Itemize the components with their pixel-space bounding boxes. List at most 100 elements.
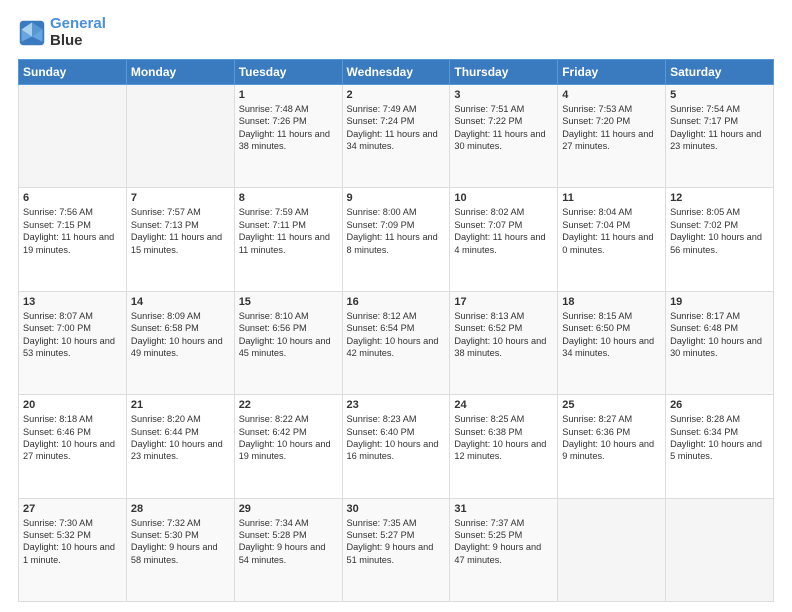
calendar-cell: 22 Sunrise: 8:22 AM Sunset: 6:42 PM Dayli… [234, 395, 342, 498]
day-info: Sunrise: 7:48 AM Sunset: 7:26 PM Dayligh… [239, 103, 338, 153]
day-number: 16 [347, 296, 446, 308]
day-number: 2 [347, 89, 446, 101]
day-info: Sunrise: 8:15 AM Sunset: 6:50 PM Dayligh… [562, 310, 661, 360]
calendar-cell: 31 Sunrise: 7:37 AM Sunset: 5:25 PM Dayli… [450, 498, 558, 601]
calendar-cell: 29Sunrise: 7:34 AM Sunset: 5:28 PM Dayli… [234, 498, 342, 601]
day-number: 3 [454, 89, 553, 101]
calendar-cell: 26 Sunrise: 8:28 AM Sunset: 6:34 PM Dayli… [666, 395, 774, 498]
day-number: 24 [454, 399, 553, 411]
day-info: Sunrise: 7:32 AM Sunset: 5:30 PM Dayligh… [131, 517, 230, 567]
day-number: 9 [347, 192, 446, 204]
calendar-cell: 7 Sunrise: 7:57 AM Sunset: 7:13 PM Daylig… [126, 188, 234, 291]
day-info: Sunrise: 7:30 AM Sunset: 5:32 PM Dayligh… [23, 517, 122, 567]
day-number: 12 [670, 192, 769, 204]
day-info: Sunrise: 8:25 AM Sunset: 6:38 PM Dayligh… [454, 413, 553, 463]
day-info: Sunrise: 7:53 AM Sunset: 7:20 PM Dayligh… [562, 103, 661, 153]
day-number: 15 [239, 296, 338, 308]
day-info: Sunrise: 7:59 AM Sunset: 7:11 PM Dayligh… [239, 206, 338, 256]
calendar-cell [19, 85, 127, 188]
day-number: 5 [670, 89, 769, 101]
calendar-cell: 5 Sunrise: 7:54 AM Sunset: 7:17 PM Daylig… [666, 85, 774, 188]
day-number: 20 [23, 399, 122, 411]
day-info: Sunrise: 7:51 AM Sunset: 7:22 PM Dayligh… [454, 103, 553, 153]
day-info: Sunrise: 8:00 AM Sunset: 7:09 PM Dayligh… [347, 206, 446, 256]
calendar-cell [126, 85, 234, 188]
day-number: 8 [239, 192, 338, 204]
calendar-cell: 21 Sunrise: 8:20 AM Sunset: 6:44 PM Dayli… [126, 395, 234, 498]
calendar-cell: 19 Sunrise: 8:17 AM Sunset: 6:48 PM Dayli… [666, 291, 774, 394]
day-info: Sunrise: 7:57 AM Sunset: 7:13 PM Dayligh… [131, 206, 230, 256]
header: General Blue [18, 16, 774, 49]
day-number: 26 [670, 399, 769, 411]
day-info: Sunrise: 8:09 AM Sunset: 6:58 PM Dayligh… [131, 310, 230, 360]
calendar-table: SundayMondayTuesdayWednesdayThursdayFrid… [18, 59, 774, 602]
day-info: Sunrise: 7:35 AM Sunset: 5:27 PM Dayligh… [347, 517, 446, 567]
day-number: 1 [239, 89, 338, 101]
page: General Blue SundayMondayTuesdayWednesda… [0, 0, 792, 612]
calendar-cell: 14 Sunrise: 8:09 AM Sunset: 6:58 PM Dayli… [126, 291, 234, 394]
day-info: Sunrise: 8:02 AM Sunset: 7:07 PM Dayligh… [454, 206, 553, 256]
day-number: 25 [562, 399, 661, 411]
day-number: 17 [454, 296, 553, 308]
day-info: Sunrise: 8:13 AM Sunset: 6:52 PM Dayligh… [454, 310, 553, 360]
day-number: 7 [131, 192, 230, 204]
calendar-cell: 16 Sunrise: 8:12 AM Sunset: 6:54 PM Dayli… [342, 291, 450, 394]
calendar-cell: 27Sunrise: 7:30 AM Sunset: 5:32 PM Dayli… [19, 498, 127, 601]
weekday-header-monday: Monday [126, 60, 234, 85]
day-info: Sunrise: 8:17 AM Sunset: 6:48 PM Dayligh… [670, 310, 769, 360]
week-row-5: 27Sunrise: 7:30 AM Sunset: 5:32 PM Dayli… [19, 498, 774, 601]
weekday-header-friday: Friday [558, 60, 666, 85]
calendar-cell: 28 Sunrise: 7:32 AM Sunset: 5:30 PM Dayli… [126, 498, 234, 601]
week-row-4: 20 Sunrise: 8:18 AM Sunset: 6:46 PM Dayli… [19, 395, 774, 498]
calendar-cell: 17 Sunrise: 8:13 AM Sunset: 6:52 PM Dayli… [450, 291, 558, 394]
calendar-cell: 11Sunrise: 8:04 AM Sunset: 7:04 PM Dayli… [558, 188, 666, 291]
day-info: Sunrise: 7:37 AM Sunset: 5:25 PM Dayligh… [454, 517, 553, 567]
day-number: 28 [131, 503, 230, 515]
calendar-cell: 10Sunrise: 8:02 AM Sunset: 7:07 PM Dayli… [450, 188, 558, 291]
calendar-cell: 20 Sunrise: 8:18 AM Sunset: 6:46 PM Dayli… [19, 395, 127, 498]
calendar-cell: 1 Sunrise: 7:48 AM Sunset: 7:26 PM Daylig… [234, 85, 342, 188]
weekday-header-sunday: Sunday [19, 60, 127, 85]
weekday-header-saturday: Saturday [666, 60, 774, 85]
day-number: 4 [562, 89, 661, 101]
week-row-2: 6Sunrise: 7:56 AM Sunset: 7:15 PM Daylig… [19, 188, 774, 291]
day-number: 19 [670, 296, 769, 308]
day-info: Sunrise: 8:27 AM Sunset: 6:36 PM Dayligh… [562, 413, 661, 463]
calendar-cell: 6Sunrise: 7:56 AM Sunset: 7:15 PM Daylig… [19, 188, 127, 291]
day-number: 22 [239, 399, 338, 411]
calendar-cell: 12 Sunrise: 8:05 AM Sunset: 7:02 PM Dayli… [666, 188, 774, 291]
day-info: Sunrise: 7:49 AM Sunset: 7:24 PM Dayligh… [347, 103, 446, 153]
day-info: Sunrise: 8:28 AM Sunset: 6:34 PM Dayligh… [670, 413, 769, 463]
day-info: Sunrise: 8:12 AM Sunset: 6:54 PM Dayligh… [347, 310, 446, 360]
day-info: Sunrise: 8:18 AM Sunset: 6:46 PM Dayligh… [23, 413, 122, 463]
week-row-1: 1 Sunrise: 7:48 AM Sunset: 7:26 PM Daylig… [19, 85, 774, 188]
day-number: 11 [562, 192, 661, 204]
day-number: 30 [347, 503, 446, 515]
calendar-cell: 9 Sunrise: 8:00 AM Sunset: 7:09 PM Daylig… [342, 188, 450, 291]
day-info: Sunrise: 7:54 AM Sunset: 7:17 PM Dayligh… [670, 103, 769, 153]
calendar-cell: 4 Sunrise: 7:53 AM Sunset: 7:20 PM Daylig… [558, 85, 666, 188]
calendar-cell: 2 Sunrise: 7:49 AM Sunset: 7:24 PM Daylig… [342, 85, 450, 188]
day-info: Sunrise: 8:05 AM Sunset: 7:02 PM Dayligh… [670, 206, 769, 256]
logo: General Blue [18, 16, 106, 49]
day-info: Sunrise: 7:56 AM Sunset: 7:15 PM Dayligh… [23, 206, 122, 256]
day-info: Sunrise: 8:22 AM Sunset: 6:42 PM Dayligh… [239, 413, 338, 463]
day-number: 31 [454, 503, 553, 515]
calendar-cell [666, 498, 774, 601]
day-number: 21 [131, 399, 230, 411]
calendar-cell [558, 498, 666, 601]
week-row-3: 13Sunrise: 8:07 AM Sunset: 7:00 PM Dayli… [19, 291, 774, 394]
logo-text: General Blue [50, 16, 106, 49]
day-info: Sunrise: 8:23 AM Sunset: 6:40 PM Dayligh… [347, 413, 446, 463]
day-number: 14 [131, 296, 230, 308]
weekday-header-wednesday: Wednesday [342, 60, 450, 85]
day-number: 13 [23, 296, 122, 308]
calendar-cell: 15Sunrise: 8:10 AM Sunset: 6:56 PM Dayli… [234, 291, 342, 394]
calendar-cell: 13Sunrise: 8:07 AM Sunset: 7:00 PM Dayli… [19, 291, 127, 394]
calendar-cell: 25 Sunrise: 8:27 AM Sunset: 6:36 PM Dayli… [558, 395, 666, 498]
day-info: Sunrise: 8:20 AM Sunset: 6:44 PM Dayligh… [131, 413, 230, 463]
calendar-cell: 30 Sunrise: 7:35 AM Sunset: 5:27 PM Dayli… [342, 498, 450, 601]
weekday-header-thursday: Thursday [450, 60, 558, 85]
calendar-cell: 18Sunrise: 8:15 AM Sunset: 6:50 PM Dayli… [558, 291, 666, 394]
calendar-cell: 24 Sunrise: 8:25 AM Sunset: 6:38 PM Dayli… [450, 395, 558, 498]
